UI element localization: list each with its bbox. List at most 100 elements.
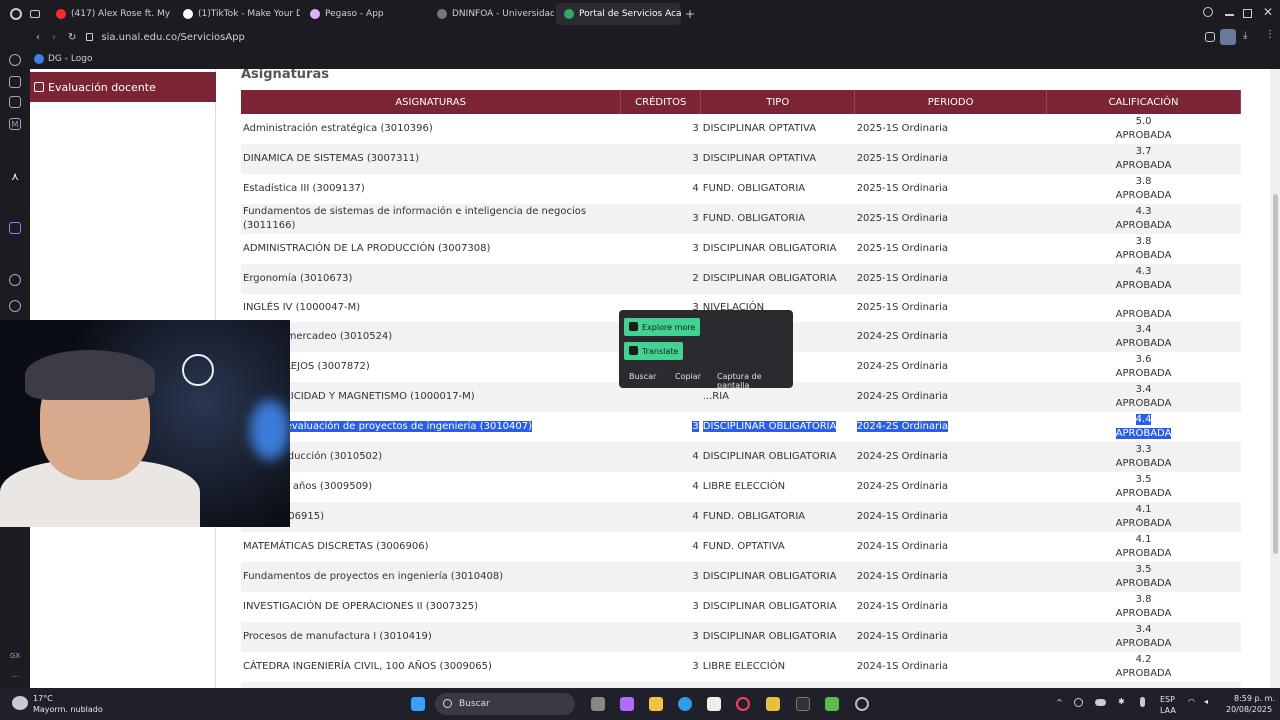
- cell-creditos: 3: [620, 622, 701, 652]
- store-icon[interactable]: [707, 697, 721, 711]
- webcam-light: [250, 400, 290, 460]
- cell-asignatura: Procesos de manufactura I (3010419): [241, 622, 621, 652]
- lang-bottom[interactable]: LAA: [1160, 706, 1176, 715]
- tab-2[interactable]: Pegaso - App: [302, 3, 427, 25]
- bookmark-dg-logo[interactable]: DG - Logo: [48, 54, 92, 64]
- explore-more-button[interactable]: Explore more: [624, 318, 701, 336]
- cell-tipo: DISCIPLINAR OPTATIVA: [702, 123, 817, 134]
- cell-asignatura: ...ción y evaluación de proyectos de ing…: [243, 421, 533, 432]
- cell-calificacion: 4.3 APROBADA: [1046, 264, 1241, 294]
- close-icon[interactable]: ✕: [1263, 5, 1273, 19]
- opera-gx-icon[interactable]: [736, 697, 750, 711]
- files-icon[interactable]: [766, 697, 780, 711]
- avatar[interactable]: [1220, 29, 1236, 45]
- extensions-icon[interactable]: [1205, 32, 1215, 42]
- cell-periodo: 2024-1S Ordinaria: [856, 661, 949, 672]
- cell-calificacion: APROBADA: [1115, 309, 1172, 320]
- clock-date[interactable]: 20/08/2025: [1226, 705, 1272, 714]
- weather-desc[interactable]: Mayorm. nublado: [33, 705, 103, 714]
- new-tab-icon[interactable]: +: [685, 7, 695, 21]
- translate-button[interactable]: Translate: [624, 342, 684, 360]
- cell-periodo: 2024-2S Ordinaria: [856, 361, 949, 372]
- table-row: CÁTEDRA INGENIERÍA CIVIL, 100 AÑOS (3009…: [241, 652, 1241, 682]
- reload-icon[interactable]: ↻: [68, 32, 76, 43]
- cell-creditos: 4: [692, 541, 699, 552]
- flow-icon[interactable]: [9, 54, 21, 66]
- tab-0[interactable]: (417) Alex Rose ft. My: [48, 3, 173, 25]
- start-icon[interactable]: [411, 697, 425, 711]
- header-periodo: PERIODO: [854, 90, 1048, 114]
- player-icon[interactable]: [9, 274, 21, 286]
- url-field[interactable]: sia.unal.edu.co/ServiciosApp: [101, 32, 245, 43]
- browser-tab-bar: (417) Alex Rose ft. My (1)TikTok - Make Y…: [0, 0, 1280, 28]
- cell-calificacion: 3.4 APROBADA: [1046, 322, 1241, 352]
- pinboard-icon[interactable]: [9, 96, 21, 108]
- tray-chevron-icon[interactable]: ^: [1056, 698, 1063, 707]
- cell-tipo: FUND. OBLIGATORIA: [700, 502, 855, 532]
- scrollbar-thumb[interactable]: [1273, 194, 1278, 554]
- task-view-icon[interactable]: [591, 697, 605, 711]
- epic-games-icon[interactable]: [796, 697, 810, 711]
- messenger-icon[interactable]: M: [9, 118, 21, 130]
- cell-periodo: 2024-2S Ordinaria: [854, 382, 1047, 412]
- lang-top[interactable]: ESP: [1160, 695, 1175, 704]
- cell-periodo: 2024-1S Ordinaria: [854, 562, 1047, 592]
- buscar-option[interactable]: Buscar: [629, 372, 656, 381]
- history-icon[interactable]: [9, 300, 21, 312]
- cell-asignatura: Ergonomía (3010673): [241, 264, 621, 294]
- bluetooth-icon[interactable]: ✱: [1118, 697, 1125, 706]
- menu-icon[interactable]: ⋮: [1265, 29, 1275, 40]
- maximize-icon[interactable]: [1243, 9, 1252, 18]
- tray-app-icon[interactable]: [1074, 698, 1083, 707]
- webcam-overlay: [0, 320, 290, 527]
- cell-asignatura: ...tos de mercadeo (3010524): [241, 322, 621, 352]
- game-icon[interactable]: [825, 697, 839, 711]
- aria-icon[interactable]: ⋏: [9, 170, 21, 183]
- back-icon[interactable]: ‹: [36, 32, 40, 43]
- cell-creditos: 3: [620, 144, 701, 174]
- table-row: Fundamentos de proyectos en ingeniería (…: [241, 562, 1241, 592]
- more-icon[interactable]: ⋯: [9, 670, 21, 682]
- tab-1[interactable]: (1)TikTok - Make Your Da: [175, 3, 300, 25]
- taskbar-search[interactable]: Buscar: [435, 693, 575, 715]
- captura-option[interactable]: Captura de pantalla: [717, 372, 793, 390]
- cell-calificacion: 3.5 APROBADA: [1115, 474, 1172, 499]
- opera-logo-icon[interactable]: [10, 8, 22, 20]
- tab-4[interactable]: Portal de Servicios Acadé: [556, 3, 681, 25]
- cell-tipo: LIBRE ELECCIÓN: [702, 661, 786, 672]
- clock-time[interactable]: 8:59 p. m.: [1234, 694, 1275, 703]
- copilot-icon[interactable]: [620, 697, 634, 711]
- wifi-icon[interactable]: ◠: [1188, 697, 1195, 706]
- onedrive-icon[interactable]: [1095, 699, 1106, 706]
- cell-tipo: DISCIPLINAR OBLIGATORIA: [700, 562, 855, 592]
- section-title: Asignaturas: [241, 69, 329, 82]
- sidebar-item-evaluacion-docente[interactable]: Evaluación docente: [30, 72, 216, 102]
- settings-icon[interactable]: [855, 697, 869, 711]
- tab-label: (417) Alex Rose ft. My: [71, 9, 171, 19]
- workspaces-icon[interactable]: [30, 10, 40, 18]
- cell-asignatura: ... de producción (3010502): [241, 442, 621, 472]
- file-explorer-icon[interactable]: [649, 697, 663, 711]
- cell-asignatura: DINAMICA DE SISTEMAS (3007311): [241, 144, 621, 174]
- weather-temp[interactable]: 17°C: [33, 694, 53, 703]
- search-tabs-icon[interactable]: [1203, 7, 1213, 17]
- download-icon[interactable]: ⤓: [1243, 30, 1247, 41]
- cell-calificacion: 4.3 APROBADA: [1046, 204, 1241, 234]
- tab-3[interactable]: DNINFOA - Universidad N: [429, 3, 554, 25]
- page-scrollbar[interactable]: [1270, 69, 1280, 688]
- weather-icon[interactable]: [12, 696, 28, 710]
- tab-label: (1)TikTok - Make Your Da: [198, 9, 300, 19]
- volume-icon[interactable]: ◂: [1204, 697, 1208, 706]
- gx-icon[interactable]: GX: [9, 650, 21, 662]
- edge-icon[interactable]: [678, 697, 692, 711]
- table-row: DINAMICA DE SISTEMAS (3007311) 3 DISCIPLIN…: [241, 144, 1241, 174]
- minimize-icon[interactable]: [1225, 14, 1234, 16]
- forward-icon[interactable]: ›: [52, 32, 56, 43]
- cell-tipo: DISCIPLINAR OBLIGATORIA: [702, 421, 837, 432]
- cell-periodo: 2025-1S Ordinaria: [856, 183, 949, 194]
- twitch-icon[interactable]: [9, 222, 21, 234]
- cell-creditos: 3: [692, 601, 699, 612]
- copiar-option[interactable]: Copiar: [675, 372, 701, 381]
- mic-icon[interactable]: [1140, 697, 1145, 707]
- bag-icon[interactable]: [9, 76, 21, 88]
